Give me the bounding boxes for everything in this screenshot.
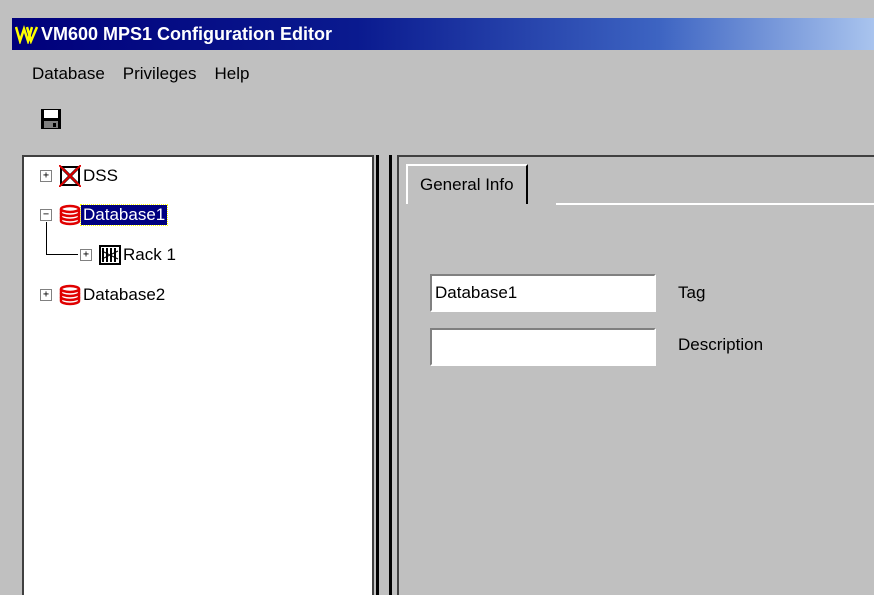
database-icon [59, 284, 81, 306]
splitter-handle[interactable] [379, 155, 389, 595]
menu-bar: Database Privileges Help [12, 60, 258, 88]
title-bar[interactable]: VM600 MPS1 Configuration Editor [12, 18, 874, 50]
tree-connector-horizontal [46, 254, 78, 255]
tree-item-rack1[interactable]: + Rack 1 [80, 243, 178, 267]
tab-general-info-label: General Info [420, 175, 514, 194]
menu-database[interactable]: Database [12, 64, 114, 84]
tag-label: Tag [678, 283, 706, 302]
save-button[interactable] [36, 104, 66, 134]
rack-icon [99, 245, 121, 265]
expand-rack1-toggle[interactable]: + [80, 249, 92, 261]
collapse-database1-toggle[interactable]: − [40, 209, 52, 221]
expand-dss-toggle[interactable]: + [40, 170, 52, 182]
tree-label-database2: Database2 [83, 285, 166, 304]
splitter-line-right [389, 155, 392, 595]
description-input[interactable] [430, 328, 656, 366]
app-logo-icon [15, 25, 39, 44]
tab-general-info[interactable]: General Info [406, 164, 528, 204]
description-label: Description [678, 335, 764, 354]
tag-input[interactable] [430, 274, 656, 312]
window-title: VM600 MPS1 Configuration Editor [41, 23, 333, 44]
floppy-disk-icon [41, 109, 61, 129]
tab-strip-edge [556, 203, 874, 205]
dss-disabled-icon [59, 165, 81, 187]
tree-label-database1: Database1 [79, 204, 169, 226]
menu-help[interactable]: Help [205, 64, 258, 84]
tree-label-dss: DSS [83, 166, 118, 185]
menu-privileges[interactable]: Privileges [114, 64, 206, 84]
tree-label-rack1: Rack 1 [123, 245, 176, 264]
tree-item-dss[interactable]: + DSS [40, 164, 120, 188]
tree-item-database1[interactable]: − Database1 [40, 203, 169, 227]
tree-item-database2[interactable]: + Database2 [40, 283, 167, 307]
expand-database2-toggle[interactable]: + [40, 289, 52, 301]
database-icon [59, 204, 81, 226]
details-panel [397, 155, 874, 595]
